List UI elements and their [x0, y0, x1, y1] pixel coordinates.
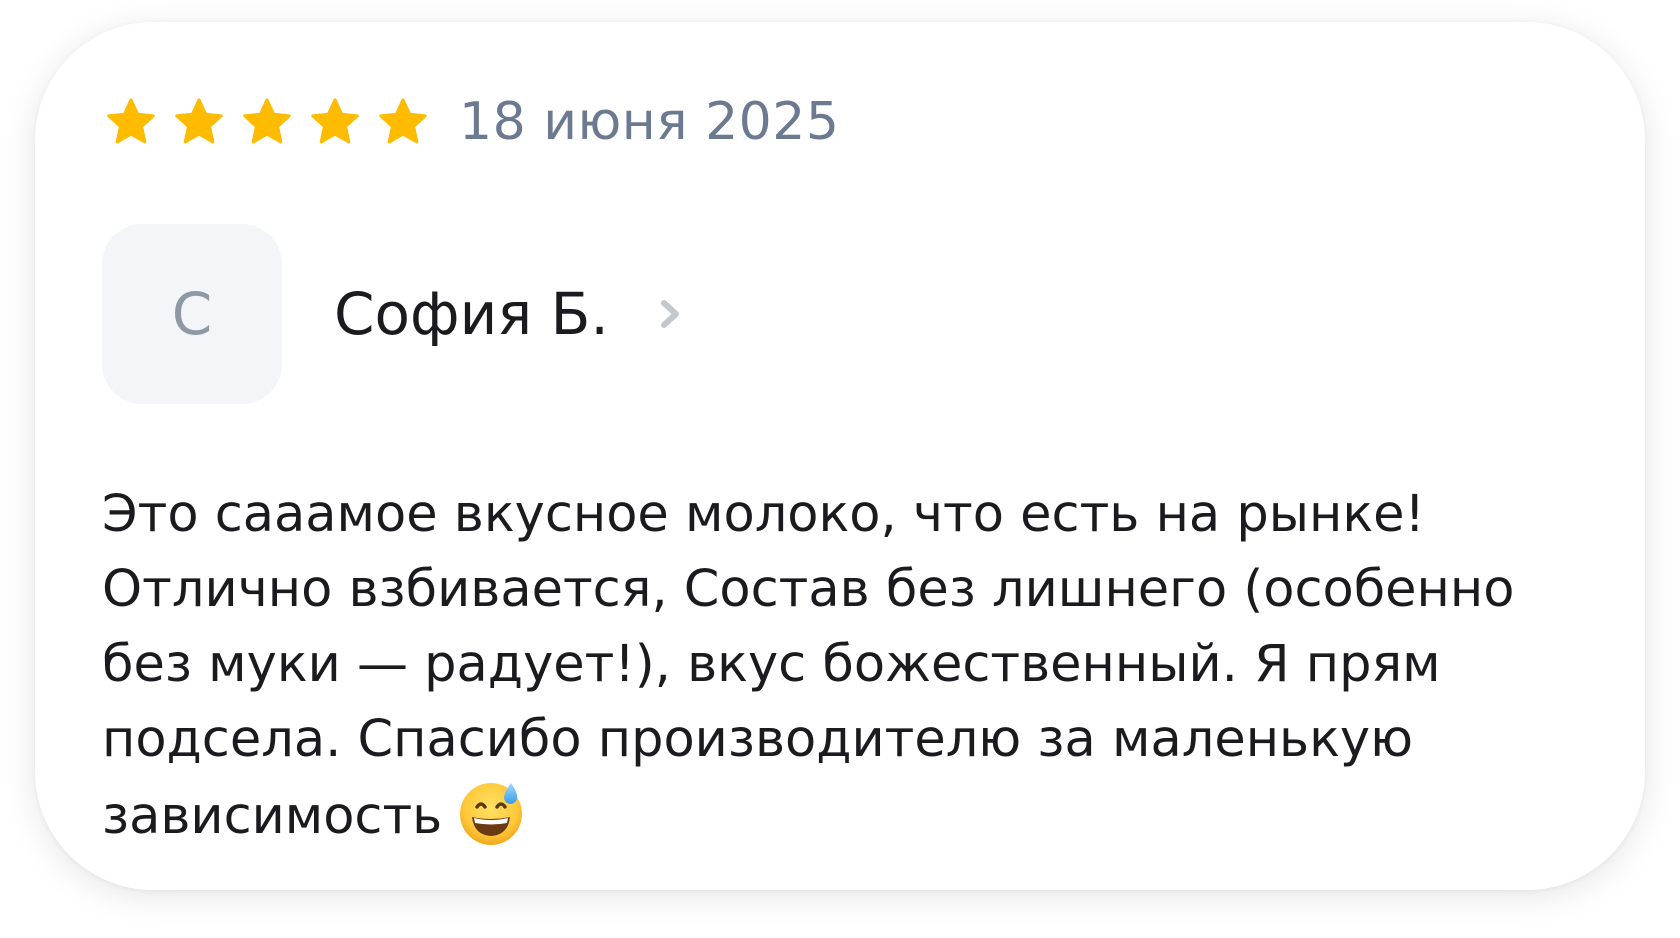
review-card: 18 июня 2025 С София Б. Это сааамое вкус… — [35, 22, 1645, 890]
author-row[interactable]: С София Б. — [102, 224, 685, 404]
review-body: Это сааамое вкусное молоко, что есть на … — [102, 485, 1515, 846]
star-rating — [105, 96, 429, 148]
grinning-face-with-sweat-emoji-icon — [456, 777, 526, 847]
star-icon — [105, 96, 157, 148]
avatar-initial: С — [171, 280, 213, 348]
star-icon — [377, 96, 429, 148]
rating-row: 18 июня 2025 — [105, 86, 839, 158]
star-icon — [173, 96, 225, 148]
author-name[interactable]: София Б. — [334, 280, 609, 348]
avatar[interactable]: С — [102, 224, 282, 404]
star-icon — [241, 96, 293, 148]
review-text: Это сааамое вкусное молоко, что есть на … — [102, 477, 1622, 854]
review-date: 18 июня 2025 — [459, 92, 840, 152]
star-icon — [309, 96, 361, 148]
chevron-right-icon[interactable] — [655, 294, 685, 334]
